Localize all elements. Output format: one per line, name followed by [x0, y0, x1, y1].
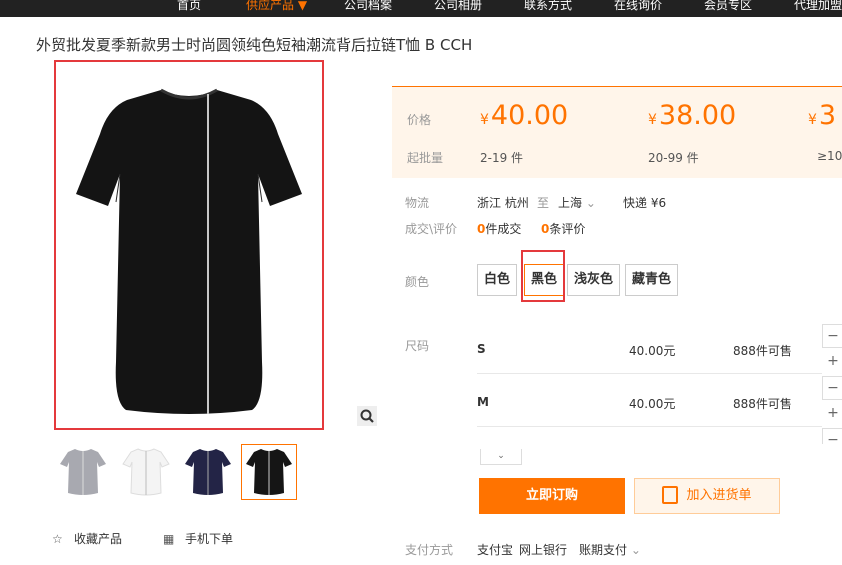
black-tshirt-image: [246, 449, 292, 495]
price-value: 40.00: [490, 100, 569, 131]
color-label: 颜色: [405, 275, 430, 289]
main-product-image[interactable]: [54, 60, 324, 430]
nav-item-inquiry[interactable]: 在线询价: [614, 0, 662, 13]
review-count[interactable]: 0条评价: [541, 220, 585, 237]
qty-tier-3: ≥10: [817, 149, 842, 163]
nav-item-home[interactable]: 首页: [177, 0, 201, 13]
minus-button[interactable]: −: [822, 376, 842, 400]
add-to-cart-label: 加入进货单: [686, 488, 752, 503]
nav-item-members[interactable]: 会员专区: [704, 0, 752, 13]
nav-item-company-album[interactable]: 公司相册: [434, 0, 482, 13]
nav-item-products-label: 供应产品: [246, 0, 295, 12]
size-row-m: M 40.00元 888件可售: [477, 375, 822, 427]
top-nav: 首页 供应产品 ▼ 公司档案 公司相册 联系方式 在线询价 会员专区 代理加盟: [0, 0, 842, 17]
size-row-s: S 40.00元 888件可售: [477, 322, 822, 374]
price-tier-2: ¥38.00: [648, 100, 736, 131]
nav-item-agency[interactable]: 代理加盟: [794, 0, 842, 13]
chevron-down-icon: ⌄: [585, 196, 596, 210]
logistics-from: 浙江 杭州: [477, 196, 529, 210]
page-title: 外贸批发夏季新款男士时尚圆领纯色短袖潮流背后拉链T恤 B CCH: [36, 36, 473, 54]
credit-term-label: 账期支付: [579, 543, 628, 557]
price-label: 价格: [407, 113, 432, 127]
gray-tshirt-image: [60, 449, 106, 495]
search-icon[interactable]: [357, 406, 377, 426]
price-tier-3: ¥3: [808, 100, 836, 131]
qr-code-icon: ▦: [163, 532, 175, 546]
destination-value: 上海: [558, 196, 583, 210]
currency-symbol: ¥: [648, 112, 657, 128]
minus-button[interactable]: −: [822, 324, 842, 348]
color-option-navy[interactable]: 藏青色: [625, 264, 679, 296]
mobile-order-button[interactable]: ▦ 手机下单: [163, 530, 233, 547]
size-name: M: [477, 395, 489, 409]
star-icon: ☆: [52, 532, 63, 546]
qty-tier-2: 20-99 件: [648, 151, 699, 165]
size-stock: 888件可售: [733, 344, 792, 358]
nav-item-products[interactable]: 供应产品 ▼: [246, 0, 307, 13]
payment-online-bank: 网上银行: [519, 543, 568, 557]
plus-button[interactable]: +: [822, 402, 842, 426]
price-value: 38.00: [658, 100, 737, 131]
size-name: S: [477, 342, 486, 356]
size-price: 40.00元: [629, 397, 676, 411]
highlight-box: [521, 250, 565, 302]
color-option-white[interactable]: 白色: [477, 264, 518, 296]
size-label: 尺码: [405, 339, 430, 353]
order-now-button[interactable]: 立即订购: [479, 478, 625, 514]
thumbnail-navy-tshirt[interactable]: [180, 444, 236, 500]
min-order-label: 起批量: [407, 151, 444, 165]
chevron-down-icon: ⌄: [630, 543, 641, 557]
nav-item-company-profile[interactable]: 公司档案: [344, 0, 392, 13]
minus-button[interactable]: −: [822, 428, 842, 444]
quantity-steppers: − + − + −: [822, 324, 842, 444]
white-tshirt-image: [122, 448, 170, 496]
thumbnail-gray-tshirt[interactable]: [55, 444, 111, 500]
price-panel: 价格 起批量 ¥40.00 2-19 件 ¥38.00 20-99 件 ¥3 ≥…: [392, 86, 842, 178]
size-price: 40.00元: [629, 344, 676, 358]
currency-symbol: ¥: [480, 112, 489, 128]
price-value: 3: [818, 100, 837, 131]
expand-sizes-button[interactable]: ⌄: [480, 449, 522, 465]
currency-symbol: ¥: [808, 112, 817, 128]
add-to-cart-button[interactable]: 加入进货单: [634, 478, 780, 514]
clipboard-icon: [662, 485, 679, 504]
black-zip-tshirt-image: [76, 88, 302, 414]
navy-tshirt-image: [185, 449, 231, 495]
review-count-suffix: 条评价: [549, 222, 586, 236]
logistics-to-word: 至: [537, 196, 550, 210]
payment-credit-term[interactable]: 账期支付 ⌄: [579, 541, 641, 558]
deal-count: 0件成交: [477, 220, 521, 237]
plus-button[interactable]: +: [822, 350, 842, 374]
qty-tier-1: 2-19 件: [480, 151, 524, 165]
color-option-light-gray[interactable]: 浅灰色: [567, 264, 621, 296]
logistics-express: 快递 ¥6: [623, 196, 667, 210]
chevron-down-icon: ▼: [297, 0, 308, 12]
price-tier-1: ¥40.00: [480, 100, 568, 131]
payment-label: 支付方式: [405, 543, 454, 557]
nav-item-contact[interactable]: 联系方式: [524, 0, 572, 13]
chevron-down-icon: ⌄: [497, 451, 505, 461]
size-table: S 40.00元 888件可售 M 40.00元 888件可售: [477, 322, 822, 445]
favorite-product-button[interactable]: ☆ 收藏产品: [52, 530, 122, 547]
payment-alipay: 支付宝: [477, 543, 514, 557]
thumbnail-white-tshirt[interactable]: [118, 444, 174, 500]
mobile-label: 手机下单: [185, 532, 234, 546]
logistics-destination-select[interactable]: 上海 ⌄: [558, 194, 596, 211]
deal-count-suffix: 件成交: [485, 222, 522, 236]
size-stock: 888件可售: [733, 397, 792, 411]
deals-label: 成交\评价: [405, 222, 458, 236]
logistics-label: 物流: [405, 196, 430, 210]
thumbnail-black-tshirt[interactable]: [241, 444, 297, 500]
favorite-label: 收藏产品: [74, 532, 123, 546]
